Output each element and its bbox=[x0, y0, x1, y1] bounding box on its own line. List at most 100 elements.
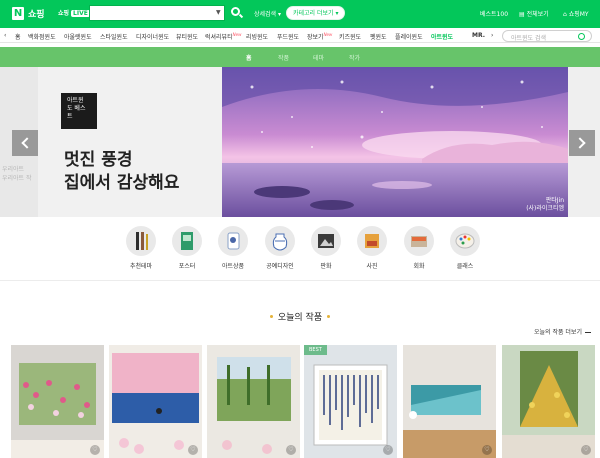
heart-icon[interactable]: ♡ bbox=[581, 445, 591, 455]
slide-next-button[interactable] bbox=[569, 130, 595, 156]
heart-icon[interactable]: ♡ bbox=[188, 445, 198, 455]
badge-line-2: 도 베스 bbox=[67, 105, 86, 112]
search-dropdown-icon[interactable]: ▼ bbox=[216, 9, 221, 16]
category-label: 아트상품 bbox=[221, 263, 245, 270]
credit-line-2: (사)라이크티엠 bbox=[526, 205, 564, 212]
poster-icon bbox=[172, 226, 202, 256]
art-window-search-input[interactable]: 아트윈도 검색 bbox=[502, 30, 592, 42]
art-goods-icon bbox=[218, 226, 248, 256]
shopping-logo-text[interactable]: 쇼핑 bbox=[28, 7, 45, 20]
shopping-my-link[interactable]: ⌂ 쇼핑MY bbox=[563, 9, 589, 18]
category-craft-design[interactable]: 공예디자인 bbox=[260, 226, 300, 270]
product-card[interactable]: BEST ♡ bbox=[304, 345, 397, 458]
category-print[interactable]: 판화 bbox=[306, 226, 346, 270]
chevron-right-icon bbox=[574, 137, 586, 149]
cat-art[interactable]: 아트윈도 bbox=[431, 32, 453, 41]
category-next-icon[interactable]: › bbox=[491, 32, 493, 39]
cat-pet[interactable]: 펫윈도 bbox=[370, 32, 387, 41]
live-label: 쇼핑 bbox=[58, 10, 70, 17]
shopping-live-link[interactable]: 쇼핑 LIVE bbox=[58, 8, 90, 17]
category-poster[interactable]: 포스터 bbox=[167, 226, 207, 270]
cat-grocery-label: 장보기 bbox=[307, 34, 324, 41]
category-class[interactable]: 클래스 bbox=[445, 226, 485, 270]
category-label: 포스터 bbox=[178, 263, 196, 270]
all-view-label: 전체보기 bbox=[526, 11, 549, 18]
hero-slide[interactable]: 아트윈 도 베스 트 멋진 풍경 집에서 감상해요 판타Jin (사)라이크티엠 bbox=[38, 67, 568, 217]
heart-icon[interactable]: ♡ bbox=[383, 445, 393, 455]
today-title-wrap: 오늘의 작품 bbox=[0, 310, 600, 323]
cat-style[interactable]: 스타일윈도 bbox=[100, 32, 128, 41]
cat-home[interactable]: 홈 bbox=[15, 32, 21, 41]
today-more-link[interactable]: 오늘의 작품 더보기 bbox=[534, 327, 591, 336]
title-dot bbox=[269, 315, 273, 318]
subnav-artist[interactable]: 작가 bbox=[349, 53, 360, 62]
subnav-home[interactable]: 홈 bbox=[246, 53, 252, 62]
search-icon bbox=[578, 33, 585, 40]
cat-living[interactable]: 리빙윈도 bbox=[246, 32, 268, 41]
print-icon bbox=[311, 226, 341, 256]
best100-link[interactable]: 베스트100 bbox=[480, 9, 508, 18]
all-view-link[interactable]: ▤ 전체보기 bbox=[519, 9, 549, 18]
cat-grocery[interactable]: 장보기New bbox=[307, 32, 332, 41]
shopping-my-label: 쇼핑MY bbox=[568, 11, 589, 18]
vase-icon bbox=[265, 226, 295, 256]
subnav-theme[interactable]: 테마 bbox=[313, 53, 324, 62]
product-card[interactable]: ♡ bbox=[109, 345, 202, 458]
peek-line-2: 우리아트 작 bbox=[2, 175, 32, 182]
cat-department[interactable]: 백화점윈도 bbox=[28, 32, 56, 41]
search-button[interactable] bbox=[227, 5, 245, 21]
cat-mr[interactable]: MR. bbox=[472, 32, 485, 39]
headline-line-1: 멋진 풍경 bbox=[64, 150, 133, 170]
brush-icon bbox=[126, 226, 156, 256]
painting-icon bbox=[404, 226, 434, 256]
detail-search-label: 상세검색 bbox=[254, 11, 277, 18]
cat-beauty[interactable]: 뷰티윈도 bbox=[176, 32, 198, 41]
category-recommended-theme[interactable]: 추천테마 bbox=[121, 226, 161, 270]
cat-designer[interactable]: 디자이너윈도 bbox=[136, 32, 169, 41]
category-more-chip[interactable]: 카테고리 더보기 ▾ bbox=[286, 6, 346, 20]
new-mark: New bbox=[232, 32, 242, 37]
category-label: 클래스 bbox=[456, 263, 474, 270]
credit-line-1: 판타Jin bbox=[545, 197, 564, 204]
new-mark: New bbox=[323, 32, 333, 37]
hero-headline: 멋진 풍경 집에서 감상해요 bbox=[64, 149, 179, 195]
peek-line-1: 우리아트 bbox=[2, 166, 25, 173]
section-divider bbox=[0, 280, 600, 281]
art-window-search-placeholder: 아트윈도 검색 bbox=[511, 35, 547, 42]
category-label: 공예디자인 bbox=[266, 263, 294, 270]
title-dot bbox=[327, 315, 331, 318]
category-prev-icon[interactable]: ‹ bbox=[4, 32, 6, 39]
search-input[interactable] bbox=[89, 5, 225, 21]
category-label: 회화 bbox=[413, 263, 425, 270]
photo-icon bbox=[357, 226, 387, 256]
naver-logo-icon[interactable]: N bbox=[12, 7, 24, 20]
category-painting[interactable]: 회화 bbox=[399, 226, 439, 270]
category-art-goods[interactable]: 아트상품 bbox=[213, 226, 253, 270]
product-card[interactable]: ♡ bbox=[403, 345, 496, 458]
heart-icon[interactable]: ♡ bbox=[482, 445, 492, 455]
product-card[interactable]: ♡ bbox=[502, 345, 595, 458]
cat-food[interactable]: 푸드윈도 bbox=[277, 32, 299, 41]
product-card[interactable]: ♡ bbox=[207, 345, 300, 458]
heart-icon[interactable]: ♡ bbox=[90, 445, 100, 455]
cat-play[interactable]: 플레이윈도 bbox=[395, 32, 423, 41]
detail-search-link[interactable]: 상세검색 ▾ bbox=[254, 9, 281, 18]
today-more-label: 오늘의 작품 더보기 bbox=[534, 329, 582, 336]
product-card[interactable]: ♡ bbox=[11, 345, 104, 458]
cat-outlet[interactable]: 아울렛윈도 bbox=[64, 32, 92, 41]
artwork-credit: 판타Jin (사)라이크티엠 bbox=[526, 197, 564, 213]
hero-banner[interactable]: 우리아트 우리아트 작 아트윈 도 베스 트 멋진 풍경 집에서 감상해요 판타… bbox=[0, 67, 600, 217]
palette-icon bbox=[450, 226, 480, 256]
best-badge: BEST bbox=[304, 345, 327, 355]
cat-luxury-beauty[interactable]: 럭셔리뷰티New bbox=[205, 32, 241, 41]
subnav-works[interactable]: 작품 bbox=[278, 53, 289, 62]
chevron-left-icon bbox=[21, 137, 33, 149]
today-title: 오늘의 작품 bbox=[277, 313, 323, 323]
cat-kids[interactable]: 키즈윈도 bbox=[339, 32, 361, 41]
heart-icon[interactable]: ♡ bbox=[286, 445, 296, 455]
hero-landscape-image: 판타Jin (사)라이크티엠 bbox=[222, 67, 568, 217]
sub-nav: 홈 작품 테마 작가 bbox=[0, 47, 600, 67]
category-photo[interactable]: 사진 bbox=[352, 226, 392, 270]
search-icon-handle bbox=[238, 13, 244, 19]
slide-prev-button[interactable] bbox=[12, 130, 38, 156]
